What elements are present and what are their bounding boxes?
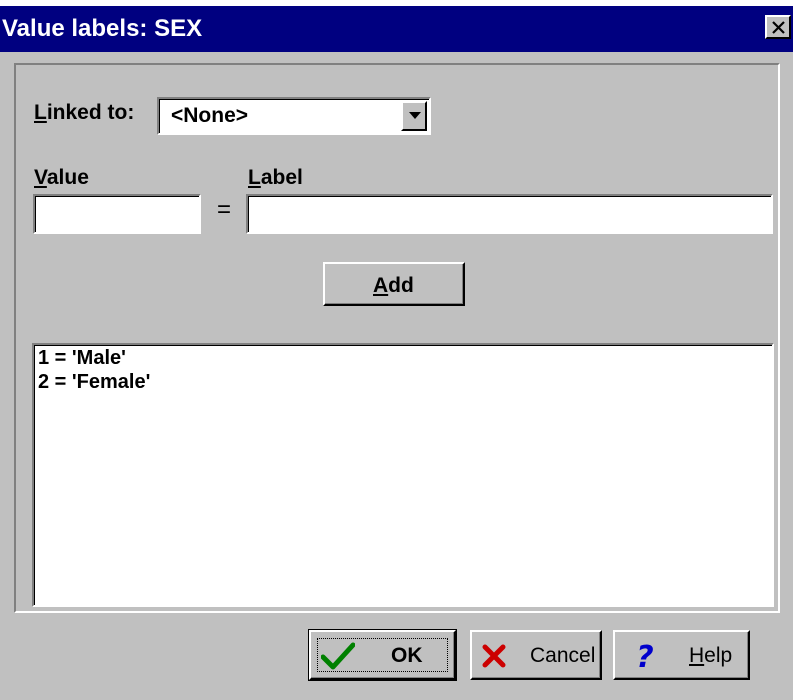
cancel-button-label: Cancel (530, 644, 596, 667)
list-item[interactable]: 2 = 'Female' (38, 371, 150, 394)
value-labels-list[interactable]: 1 = 'Male' 2 = 'Female' (32, 343, 774, 607)
cancel-button[interactable]: Cancel (470, 630, 602, 680)
ok-button-label: OK (391, 644, 423, 667)
red-x-icon (482, 644, 506, 668)
value-labels-dialog: Value labels: SEX Linked to: <None> Valu… (0, 6, 793, 700)
equals-sign: = (217, 196, 232, 223)
close-icon (772, 21, 785, 34)
combobox-dropdown-button[interactable] (401, 101, 427, 131)
close-button[interactable] (765, 15, 791, 39)
label-label: Label (248, 166, 303, 189)
dialog-title: Value labels: SEX (2, 15, 203, 42)
add-button[interactable]: Add (323, 262, 465, 306)
value-input[interactable] (33, 194, 201, 234)
svg-text:?: ? (636, 640, 653, 672)
linked-to-label-rest: inked to: (46, 101, 135, 124)
help-button[interactable]: ? Help (613, 630, 750, 680)
label-input[interactable] (246, 194, 773, 234)
title-bar[interactable]: Value labels: SEX (0, 6, 793, 52)
content-group: Linked to: <None> Value = Label Add 1 = … (14, 63, 780, 613)
linked-to-label: Linked to: (34, 101, 135, 124)
ok-button[interactable]: OK (308, 629, 457, 681)
add-button-label: Add (373, 274, 414, 297)
linked-to-selected: <None> (171, 104, 249, 127)
checkmark-icon (321, 642, 355, 670)
linked-to-combobox[interactable]: <None> (157, 97, 431, 135)
list-item[interactable]: 1 = 'Male' (38, 347, 126, 370)
help-button-label: Help (689, 644, 733, 667)
chevron-down-icon (409, 112, 421, 119)
question-mark-icon: ? (636, 640, 653, 672)
value-label: Value (34, 166, 89, 189)
